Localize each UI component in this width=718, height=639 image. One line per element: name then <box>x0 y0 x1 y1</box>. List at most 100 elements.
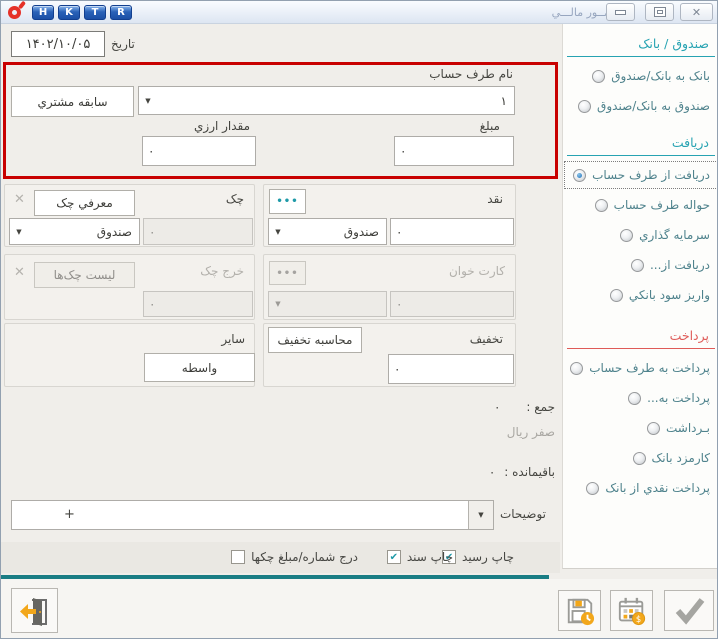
radio-icon <box>647 422 660 435</box>
item-label: پرداخت نقدي از بانک <box>605 481 710 495</box>
party-name-label: نام طرف حساب <box>429 67 513 81</box>
party-name-combo[interactable]: ▼ ۱ <box>138 86 515 115</box>
radio-icon <box>592 70 605 83</box>
cheque-spend-groupbox: ✕ لیست چک‌ها خرج چک ۰ <box>4 254 255 320</box>
radio-icon <box>595 199 608 212</box>
sidebar-item-bank-to-bank[interactable]: بانک به بانک/صندوق <box>563 61 718 91</box>
clear-cheque-spend-icon[interactable]: ✕ <box>14 266 25 279</box>
maximize-button[interactable] <box>645 3 674 21</box>
print-document-option[interactable]: چاپ سند ✔ <box>387 550 453 564</box>
item-label: واریز سود بانکي <box>629 288 710 302</box>
section-receive-title: دریافت <box>563 133 718 155</box>
sidebar-item-withdrawal[interactable]: بـرداشت <box>563 413 718 443</box>
discount-groupbox: تخفیف محاسبه تخفیف ۰ <box>263 323 516 387</box>
middleman-button[interactable]: واسطه <box>144 353 255 382</box>
cheque-groupbox: ✕ معرفي چک چک ▼ صندوق ۰ <box>4 184 255 247</box>
cash-amount-input[interactable]: ۰ <box>390 218 514 245</box>
calendar-money-icon: $ <box>617 596 647 626</box>
ellipsis-icon: ••• <box>276 196 298 207</box>
cash-account-combo[interactable]: ▼ صندوق <box>268 218 387 245</box>
cheque-amount-input: ۰ <box>143 218 253 245</box>
divider <box>567 348 715 349</box>
radio-icon <box>628 392 641 405</box>
cheque-list-button: لیست چک‌ها <box>34 262 135 288</box>
cash-title: نقد <box>487 192 503 206</box>
schedule-payment-button[interactable]: $ <box>610 590 653 631</box>
remaining-row: باقیمانده : ۰ <box>489 465 555 479</box>
card-reader-title: کارت خوان <box>449 264 505 278</box>
currency-amount-label: مقدار ارزي <box>194 119 250 133</box>
cheque-intro-button[interactable]: معرفي چک <box>34 190 135 216</box>
quick-button-r[interactable]: R <box>110 5 132 20</box>
sidebar-item-receive-from[interactable]: دریافت از... <box>563 250 718 280</box>
radio-icon <box>633 452 646 465</box>
window-title: امــور مالـــي <box>541 6 613 19</box>
discount-title: تخفیف <box>470 332 503 346</box>
currency-amount-input[interactable]: ۰ <box>142 136 256 166</box>
party-name-value: ۱ <box>157 94 514 108</box>
radio-icon <box>610 289 623 302</box>
amount-input[interactable]: ۰ <box>394 136 514 166</box>
ellipsis-icon: ••• <box>276 268 298 279</box>
cheque-account-combo[interactable]: ▼ صندوق <box>9 218 140 245</box>
exit-button[interactable] <box>11 588 58 633</box>
cheque-spend-amount-input: ۰ <box>143 291 253 317</box>
amount-in-words: صفر ریال <box>507 425 555 439</box>
chevron-down-icon: ▼ <box>10 228 28 236</box>
save-later-button[interactable] <box>558 590 601 631</box>
chevron-down-icon: ▼ <box>139 97 157 105</box>
sidebar-item-bank-interest[interactable]: واریز سود بانکي <box>563 280 718 310</box>
close-button[interactable]: ✕ <box>680 3 713 21</box>
cheque-title: چک <box>226 192 244 206</box>
quick-button-h[interactable]: H <box>32 5 54 20</box>
cash-groupbox: نقد ••• ▼ صندوق ۰ <box>263 184 516 247</box>
chevron-down-icon[interactable]: ▼ <box>468 501 493 529</box>
app-logo-icon <box>8 6 21 19</box>
confirm-button[interactable] <box>664 590 714 631</box>
item-label: صندوق به بانک/صندوق <box>597 99 710 113</box>
print-options-strip: چاپ رسید ✔ چاپ سند ✔ درج شماره/مبلغ چکها… <box>1 542 560 573</box>
clear-cheque-icon[interactable]: ✕ <box>14 193 25 206</box>
divider <box>567 56 715 57</box>
radio-icon <box>570 362 583 375</box>
quick-button-t[interactable]: T <box>84 5 106 20</box>
checkbox-icon[interactable]: ✔ <box>231 550 245 564</box>
notes-label: توضیحات <box>500 507 546 521</box>
cash-account-value: صندوق <box>287 225 386 239</box>
sidebar-item-cash-pay-from-bank[interactable]: پرداخت نقدي از بانک <box>563 473 718 503</box>
sidebar-item-investment[interactable]: سرمایه گذاري <box>563 220 718 250</box>
minimize-button[interactable] <box>606 3 635 21</box>
discount-amount-input[interactable]: ۰ <box>388 354 514 384</box>
sidebar-item-party-transfer[interactable]: حواله طرف حساب <box>563 190 718 220</box>
cash-more-button[interactable]: ••• <box>269 189 306 214</box>
radio-icon <box>620 229 633 242</box>
item-label: سرمایه گذاري <box>639 228 710 242</box>
card-reader-groupbox: کارت خوان ••• ▼ ۰ <box>263 254 516 320</box>
item-label: بـرداشت <box>666 421 710 435</box>
checkbox-icon[interactable]: ✔ <box>387 550 401 564</box>
radio-icon <box>586 482 599 495</box>
total-value: ۰ <box>494 400 500 414</box>
sidebar-item-pay-to[interactable]: پرداخت به... <box>563 383 718 413</box>
sidebar-item-receive-from-party[interactable]: دریافت از طرف حساب <box>563 160 718 190</box>
sidebar-item-bank-fee[interactable]: کارمزد بانک <box>563 443 718 473</box>
radio-icon <box>631 259 644 272</box>
cheque-numbers-option[interactable]: درج شماره/مبلغ چکها ✔ <box>231 550 358 564</box>
minimize-icon <box>615 10 626 15</box>
card-reader-more-button: ••• <box>269 261 306 285</box>
item-label: پرداخت به طرف حساب <box>589 361 710 375</box>
notes-combo[interactable]: + ▼ <box>11 500 494 530</box>
date-input[interactable]: ۱۴۰۲/۱۰/۰۵ <box>11 31 105 57</box>
customer-history-button[interactable]: سابقه مشتري <box>11 86 134 117</box>
radio-selected-icon <box>573 169 586 182</box>
quick-button-k[interactable]: K <box>58 5 80 20</box>
card-reader-combo: ▼ <box>268 291 387 317</box>
party-highlight-box: نام طرف حساب ▼ ۱ سابقه مشتري مبلغ مقدار … <box>3 62 558 179</box>
print-document-label: چاپ سند <box>407 550 453 564</box>
sidebar-item-fund-to-bank[interactable]: صندوق به بانک/صندوق <box>563 91 718 121</box>
item-label: حواله طرف حساب <box>614 198 710 212</box>
discount-calc-button[interactable]: محاسبه تخفیف <box>268 327 362 353</box>
section-fund-bank-title: صندوق / بانک <box>563 34 718 56</box>
sidebar-item-pay-to-party[interactable]: پرداخت به طرف حساب <box>563 353 718 383</box>
operation-sidebar: صندوق / بانک بانک به بانک/صندوق صندوق به… <box>562 24 718 569</box>
